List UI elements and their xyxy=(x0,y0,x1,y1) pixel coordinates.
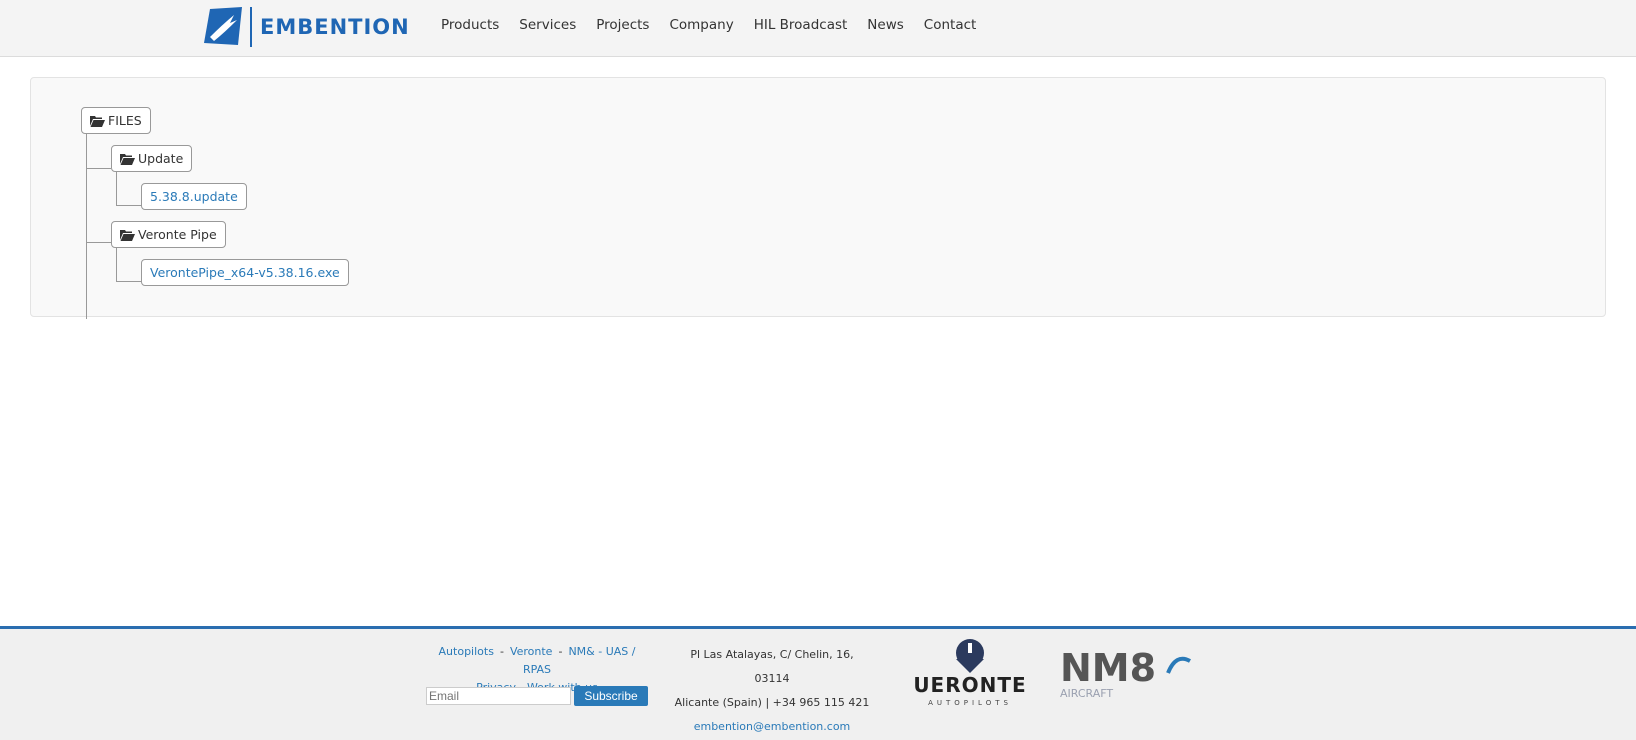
folder-label: FILES xyxy=(108,113,142,128)
footer-email-link[interactable]: embention@embention.com xyxy=(672,715,872,739)
folder-open-icon xyxy=(90,115,105,127)
nav-hil-broadcast[interactable]: HIL Broadcast xyxy=(754,17,848,33)
file-link[interactable]: VerontePipe_x64-v5.38.16.exe xyxy=(150,265,340,280)
address-line-1: Pl Las Atalayas, C/ Chelin, 16, 03114 xyxy=(690,648,854,685)
subscribe-button[interactable]: Subscribe xyxy=(574,686,648,706)
main-nav: Products Services Projects Company HIL B… xyxy=(441,17,976,33)
folder-open-icon xyxy=(120,153,135,165)
folder-label: Veronte Pipe xyxy=(138,227,217,242)
folder-label: Update xyxy=(138,151,184,166)
footer-address: Pl Las Atalayas, C/ Chelin, 16, 03114 Al… xyxy=(672,643,872,739)
folder-open-icon xyxy=(120,229,135,241)
embention-logo-icon xyxy=(204,7,242,45)
newsletter-email-input[interactable] xyxy=(426,687,571,705)
veronte-logo-subtext: AUTOPILOTS xyxy=(928,699,1012,707)
tree-folder-veronte-pipe[interactable]: Veronte Pipe xyxy=(111,221,226,248)
brand-name: EMBENTION xyxy=(260,15,410,39)
nav-services[interactable]: Services xyxy=(519,17,576,33)
site-footer: Autopilots-Veronte-NM& - UAS / RPAS Priv… xyxy=(0,626,1636,740)
link-separator: - xyxy=(499,645,504,658)
tree-line xyxy=(86,168,111,169)
link-separator: - xyxy=(558,645,563,658)
nav-products[interactable]: Products xyxy=(441,17,499,33)
file-tree-panel: FILES Update 5.38.8.update Veronte Pipe … xyxy=(30,77,1606,319)
tree-line xyxy=(116,169,117,206)
nm8-logo-text: NM8 xyxy=(1060,647,1156,690)
tree-file-update[interactable]: 5.38.8.update xyxy=(141,183,247,210)
nm8-logo-icon[interactable]: NM8 AIRCRAFT xyxy=(1058,647,1203,699)
nav-news[interactable]: News xyxy=(867,17,903,33)
nav-projects[interactable]: Projects xyxy=(596,17,649,33)
footer-link-veronte[interactable]: Veronte xyxy=(510,645,553,658)
site-header: EMBENTION Products Services Projects Com… xyxy=(0,0,1636,57)
nm8-logo-subtext: AIRCRAFT xyxy=(1060,687,1113,699)
tree-line xyxy=(116,244,117,281)
tree-folder-files[interactable]: FILES xyxy=(81,107,151,134)
tree-folder-update[interactable]: Update xyxy=(111,145,193,172)
tree-line xyxy=(86,242,111,243)
footer-link-autopilots[interactable]: Autopilots xyxy=(439,645,494,658)
embention-logo[interactable]: EMBENTION xyxy=(204,6,410,48)
tree-line xyxy=(116,205,141,206)
address-line-2: Alicante (Spain) | +34 965 115 421 xyxy=(674,696,870,709)
veronte-logo-icon[interactable]: UERONTE AUTOPILOTS xyxy=(900,637,1040,709)
tree-line xyxy=(116,281,141,282)
file-link[interactable]: 5.38.8.update xyxy=(150,189,238,204)
logo-divider xyxy=(250,7,252,47)
tree-line xyxy=(86,130,87,319)
nav-contact[interactable]: Contact xyxy=(924,17,977,33)
tree-file-veronte-pipe[interactable]: VerontePipe_x64-v5.38.16.exe xyxy=(141,259,349,286)
nav-company[interactable]: Company xyxy=(669,17,733,33)
veronte-logo-text: UERONTE xyxy=(913,673,1026,697)
